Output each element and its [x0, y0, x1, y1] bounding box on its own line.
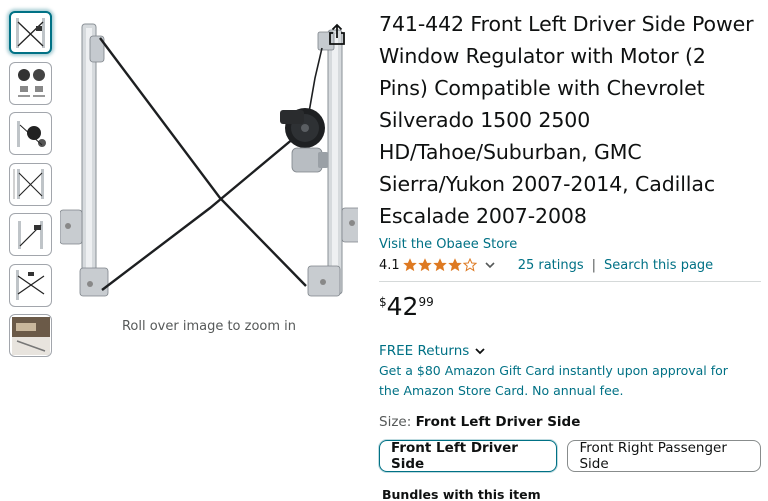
store-link[interactable]: Visit the Obaee Store — [379, 237, 761, 252]
size-selected-value: Front Left Driver Side — [415, 414, 581, 430]
regulator-thumbnail-image — [15, 17, 45, 48]
regulator-dims-thumbnail-image — [13, 169, 44, 199]
star-full-icon — [402, 258, 417, 272]
price-fraction: 99 — [418, 295, 434, 309]
chevron-down-icon — [475, 348, 485, 355]
thumbnail-1[interactable] — [9, 11, 52, 54]
free-returns-link[interactable]: FREE Returns — [379, 343, 761, 359]
size-option-front-right[interactable]: Front Right Passenger Side — [567, 440, 761, 472]
motor-pins-thumbnail-image — [17, 69, 45, 97]
price: $ 42 99 — [379, 293, 761, 321]
size-options: Front Left Driver Side Front Right Passe… — [379, 440, 761, 472]
divider — [379, 281, 761, 282]
star-empty-icon — [462, 258, 477, 272]
motor-detail-thumbnail-image — [16, 120, 46, 147]
price-symbol: $ — [379, 295, 387, 309]
rating-value: 4.1 — [379, 257, 400, 273]
window-regulator-image — [59, 23, 363, 297]
star-full-icon — [447, 258, 462, 272]
product-title: 741-442 Front Left Driver Side Power Win… — [379, 12, 754, 228]
share-icon — [329, 23, 345, 45]
bundles-heading: Bundles with this item — [382, 487, 541, 501]
chevron-down-icon[interactable] — [484, 259, 496, 271]
thumbnail-7[interactable] — [9, 314, 52, 357]
thumbnail-2[interactable] — [9, 61, 52, 105]
store-card-offer-link[interactable]: Get a $80 Amazon Gift Card instantly upo… — [379, 361, 749, 401]
thumbnail-strip — [9, 11, 54, 365]
zoom-hint: Roll over image to zoom in — [121, 319, 297, 334]
product-info: 741-442 Front Left Driver Side Power Win… — [379, 8, 761, 501]
installation-thumbnail-image — [11, 316, 50, 355]
main-product-image[interactable] — [59, 18, 363, 308]
star-full-icon — [417, 258, 432, 272]
regulator-side-thumbnail-image — [17, 220, 43, 249]
share-button[interactable] — [324, 22, 350, 48]
star-rating[interactable] — [402, 258, 478, 272]
ratings-count-link[interactable]: 25 ratings — [518, 258, 584, 273]
regulator-installed-thumbnail-image — [15, 270, 44, 300]
free-returns-label: FREE Returns — [379, 343, 470, 359]
price-whole: 42 — [386, 292, 419, 321]
star-full-icon — [432, 258, 447, 272]
separator: | — [591, 257, 597, 273]
search-this-page-link[interactable]: Search this page — [604, 258, 713, 273]
thumbnail-6[interactable] — [9, 263, 52, 307]
thumbnail-4[interactable] — [9, 162, 52, 206]
size-label-prefix: Size: — [379, 414, 412, 430]
thumbnail-5[interactable] — [9, 213, 52, 256]
thumbnail-3[interactable] — [9, 112, 52, 155]
size-label: Size: Front Left Driver Side — [379, 414, 761, 430]
rating-row: 4.1 25 ratings | Search this page — [379, 255, 761, 275]
size-option-front-left[interactable]: Front Left Driver Side — [379, 440, 558, 472]
